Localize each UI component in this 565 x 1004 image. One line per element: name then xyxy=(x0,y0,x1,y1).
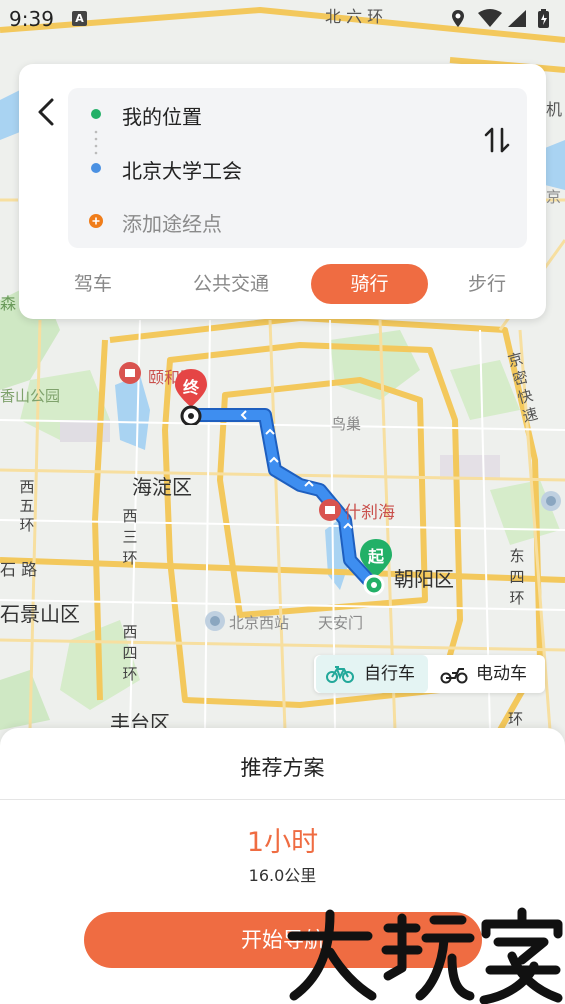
ride-mode-toggle: 自行车 电动车 xyxy=(314,655,545,693)
destination-text: 北京大学工会 xyxy=(122,159,242,183)
mode-ebike[interactable]: 电动车 xyxy=(432,655,543,693)
map-label-ji: 机 xyxy=(546,100,563,119)
origin-dot-icon xyxy=(91,109,101,119)
back-arrow-icon[interactable] xyxy=(31,96,61,128)
tab-walking[interactable]: 步行 xyxy=(437,264,537,304)
map-label-east4-1: 东 xyxy=(509,547,525,565)
tab-driving[interactable]: 驾车 xyxy=(43,264,143,304)
map-label-niaochao: 鸟巢 xyxy=(331,415,362,433)
poi-train-station-icon xyxy=(205,611,225,631)
poi-yiheyuan-icon xyxy=(119,362,141,384)
map-label-east4-3: 环 xyxy=(509,589,525,607)
map-label-shijingshan: 石景山区 xyxy=(0,602,80,626)
route-card: 我的位置 北京大学工会 添加途经点 驾车 公共交通 骑行 步行 xyxy=(19,64,546,319)
map-label-xiangshan: 香山公园 xyxy=(0,387,61,405)
poi-east-icon xyxy=(541,491,561,511)
status-bar: 9:39 A xyxy=(0,0,565,40)
map-label-shilu: 石 路 xyxy=(0,560,38,579)
map-label-chaoyang: 朝阳区 xyxy=(394,567,454,591)
origin-field[interactable]: 我的位置 xyxy=(68,94,448,134)
add-waypoint-icon xyxy=(89,214,103,228)
map-label-west4-2: 四 xyxy=(122,644,138,662)
swap-route-icon[interactable] xyxy=(481,124,513,156)
plan-distance: 16.0公里 xyxy=(248,866,317,885)
origin-text: 我的位置 xyxy=(122,105,202,129)
wifi-icon xyxy=(478,9,502,27)
start-marker-label: 起 xyxy=(367,547,384,566)
signal-icon xyxy=(508,10,526,27)
route-inputs: 我的位置 北京大学工会 添加途经点 xyxy=(68,88,527,248)
scooter-icon xyxy=(440,668,468,684)
map-label-west4-1: 西 xyxy=(122,623,138,641)
map-label-west3-1: 西 xyxy=(122,507,138,525)
end-marker-label: 终 xyxy=(182,378,199,397)
notification-a-icon: A xyxy=(72,11,87,26)
plan-title: 推荐方案 xyxy=(240,756,325,780)
divider xyxy=(0,799,565,800)
destination-dot-icon xyxy=(91,163,101,173)
map-label-east-side: 环 xyxy=(508,710,524,728)
start-marker[interactable]: 起 xyxy=(356,537,396,597)
transport-tabs: 驾车 公共交通 骑行 步行 xyxy=(19,264,546,304)
location-icon xyxy=(452,10,464,27)
tab-transit[interactable]: 公共交通 xyxy=(181,264,281,304)
map-label-haidian: 海淀区 xyxy=(132,475,192,499)
poi-shichahai-icon xyxy=(319,499,341,521)
destination-field[interactable]: 北京大学工会 xyxy=(68,148,448,188)
map-label-west5-2: 五 xyxy=(19,497,35,515)
mode-ebike-label: 电动车 xyxy=(476,664,527,684)
plan-duration: 1小时 xyxy=(246,827,319,858)
map-label-sen: 森 xyxy=(0,294,17,313)
map-label-shichahai: 什刹海 xyxy=(344,503,395,523)
battery-icon xyxy=(538,9,549,28)
map-label-tiananmen: 天安门 xyxy=(318,614,364,632)
map-label-east4-2: 四 xyxy=(509,568,525,586)
add-waypoint-field[interactable]: 添加途经点 xyxy=(68,201,448,241)
tab-cycling[interactable]: 骑行 xyxy=(311,264,428,304)
waypoint-placeholder: 添加途经点 xyxy=(122,212,222,236)
map-label-west5-3: 环 xyxy=(19,516,35,534)
mode-bicycle-label: 自行车 xyxy=(364,664,415,684)
end-marker[interactable]: 终 xyxy=(172,367,210,425)
system-status-icons xyxy=(452,9,549,28)
map-label-west3-2: 三 xyxy=(122,528,138,546)
mode-bicycle[interactable]: 自行车 xyxy=(316,655,428,693)
map-label-west4-3: 环 xyxy=(122,665,138,683)
watermark-logo xyxy=(287,907,563,1004)
map-label-beijing-west: 北京西站 xyxy=(229,614,290,632)
map-label-west5-1: 西 xyxy=(19,478,35,496)
map-label-jing: 京 xyxy=(546,188,562,206)
bicycle-icon xyxy=(326,666,354,683)
map-label-west3-3: 环 xyxy=(122,549,138,567)
status-time: 9:39 xyxy=(9,7,54,31)
